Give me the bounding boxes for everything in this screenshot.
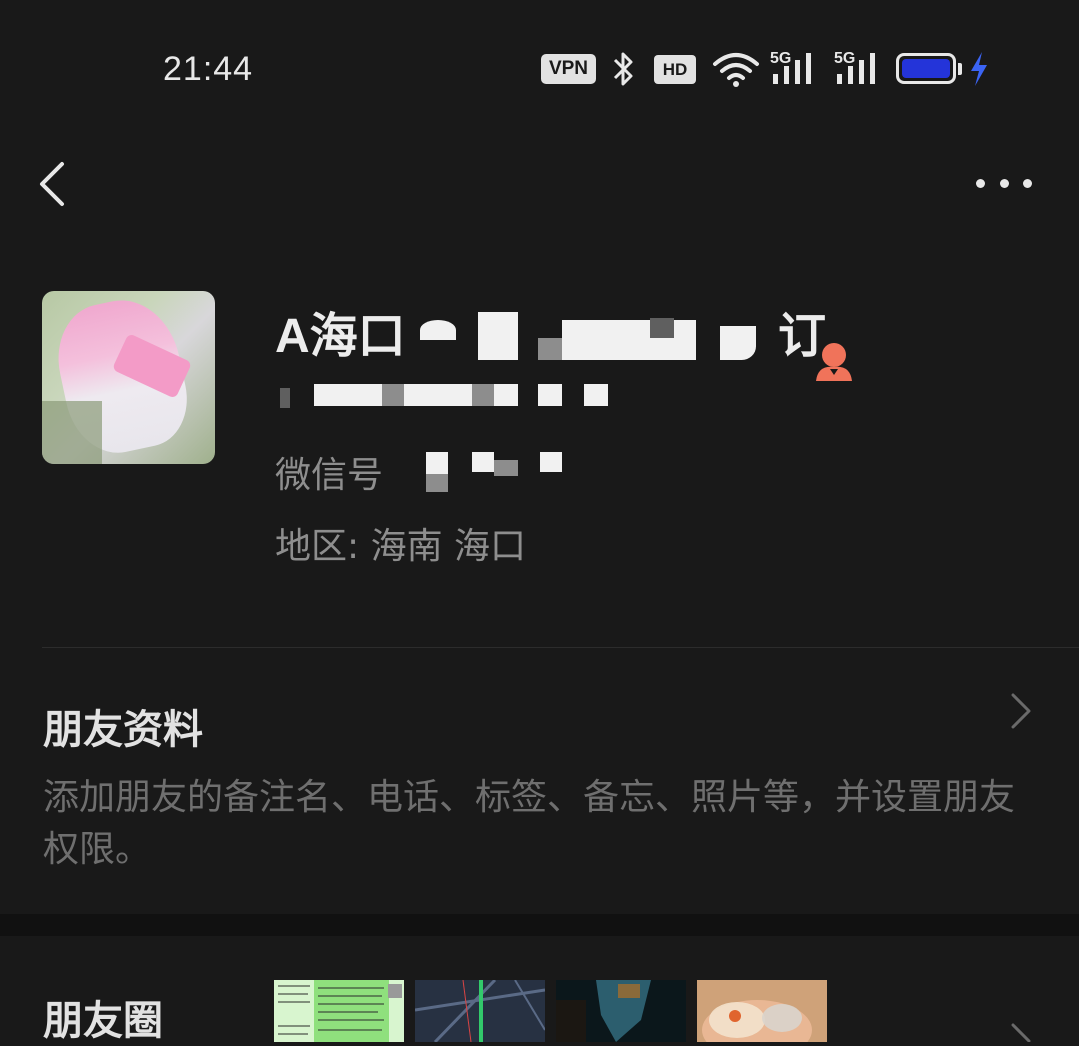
friend-info-title: 朋友资料 — [43, 707, 203, 753]
moments-title: 朋友圈 — [43, 998, 163, 1044]
chevron-right-icon — [1011, 693, 1031, 729]
name-redaction-line2 — [280, 380, 610, 410]
wechat-id-redaction — [400, 450, 570, 492]
female-icon — [816, 343, 852, 381]
moments-thumbnail-2 — [415, 980, 545, 1042]
hd-voice-badge: HD — [654, 55, 696, 84]
back-chevron-icon[interactable] — [36, 160, 72, 208]
moments-thumbnail-1 — [274, 980, 404, 1042]
region: 地区: 海南 海口 — [275, 526, 527, 567]
name-redaction — [420, 300, 800, 360]
battery-icon — [896, 53, 956, 84]
wifi-icon — [713, 53, 759, 87]
contact-name: A海口 — [275, 310, 406, 363]
more-dots-icon[interactable] — [976, 176, 1032, 190]
avatar[interactable] — [42, 291, 215, 464]
signal-icon: 5G — [770, 50, 818, 86]
vpn-badge: VPN — [541, 54, 596, 84]
status-time: 21:44 — [163, 50, 254, 88]
friend-info-description: 添加朋友的备注名、电话、标签、备忘、照片等，并设置朋友权限。 — [43, 777, 1016, 870]
signal-icon-2: 5G — [834, 50, 882, 86]
divider — [42, 647, 1079, 648]
battery-tip — [958, 63, 962, 75]
section-gap — [0, 914, 1079, 936]
bluetooth-icon — [613, 52, 633, 86]
friend-info-row[interactable]: 朋友资料 添加朋友的备注名、电话、标签、备忘、照片等，并设置朋友权限。 — [0, 650, 1079, 914]
moments-thumbnail-4 — [697, 980, 827, 1042]
moments-chevron-icon — [1011, 1023, 1031, 1042]
moments-thumbnail-3 — [556, 980, 686, 1042]
wechat-id: 微信号 — [275, 455, 384, 496]
charging-icon — [971, 52, 987, 86]
